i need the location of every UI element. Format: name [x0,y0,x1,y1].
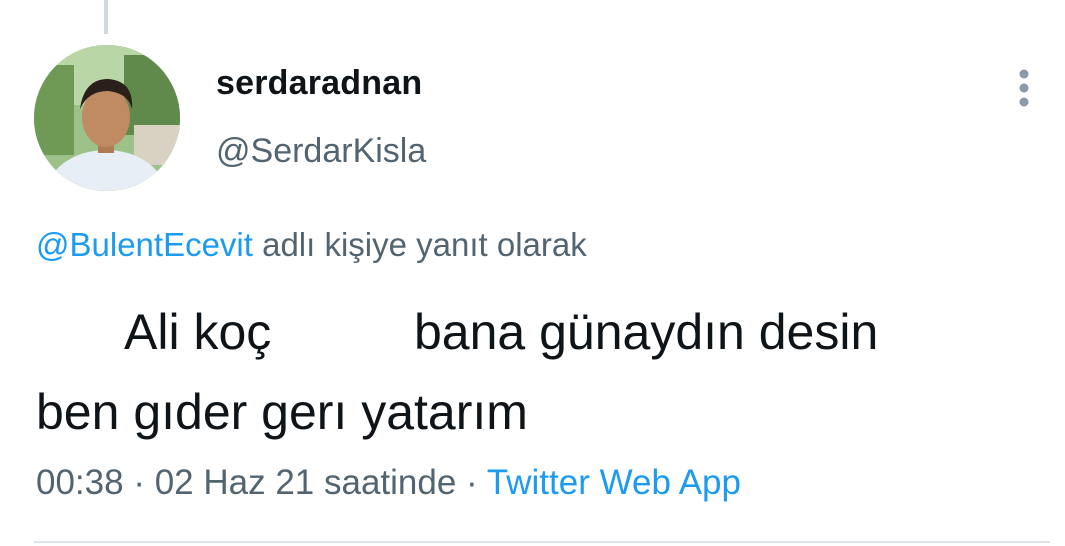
avatar-photo [34,45,180,191]
display-name[interactable]: serdaradnan [216,64,422,103]
avatar[interactable] [34,45,180,191]
tweet-source-link[interactable]: Twitter Web App [487,463,741,502]
divider [34,541,1050,543]
tweet-text-line-2: ben gıder gerı yatarım [36,384,528,440]
more-options-button[interactable] [1004,66,1044,110]
reply-context: @BulentEcevit adlı kişiye yanıt olarak [36,226,587,264]
tweet-metadata: 00:38 · 02 Haz 21 saatinde · Twitter Web… [36,463,741,503]
tweet-time[interactable]: 00:38 [36,463,124,502]
tweet-text: Ali koç bana günaydın desin ben gıder ger… [36,292,878,452]
tweet-date[interactable]: 02 Haz 21 saatinde [155,463,457,502]
reply-context-text: adlı kişiye yanıt olarak [252,226,587,263]
reply-mention-link[interactable]: @BulentEcevit [36,226,253,263]
thread-connector-line [104,0,108,34]
tweet-text-line-1: Ali koç bana günaydın desin [36,292,878,372]
tweet-text-segment-1: Ali koç [124,304,272,360]
tweet-text-segment-2: bana günaydın desin [414,304,879,360]
meta-separator-2: · [456,463,487,502]
user-handle[interactable]: @SerdarKisla [216,132,426,171]
meta-separator-1: · [123,463,155,502]
more-vertical-icon [1019,69,1029,107]
